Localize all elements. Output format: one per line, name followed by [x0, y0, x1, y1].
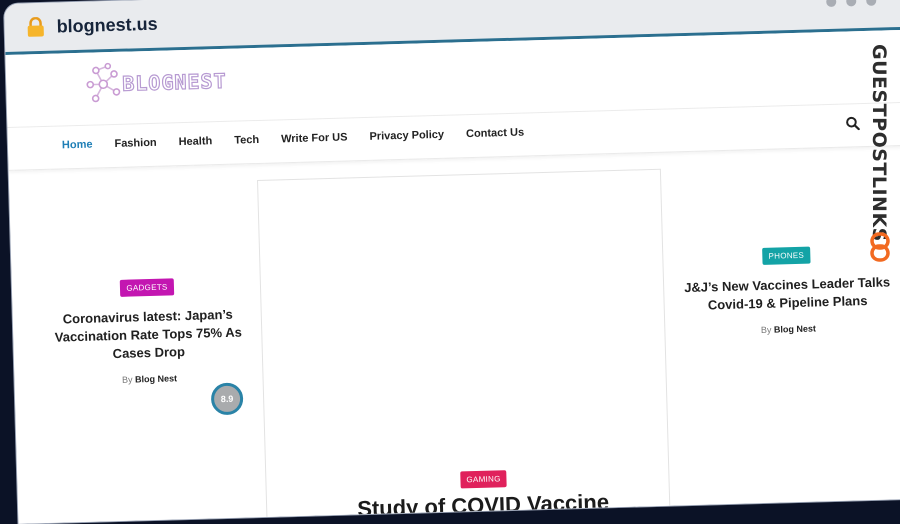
search-icon[interactable]: [845, 116, 859, 130]
posts-area: GADGETS Coronavirus latest: Japan’s Vacc…: [9, 146, 900, 524]
category-badge[interactable]: PHONES: [762, 247, 810, 265]
nav-item-health[interactable]: Health: [178, 135, 212, 148]
guestpostlinks-watermark: GUESTPOSTLINKS: [866, 40, 896, 270]
web-page: BLOGNEST Home Fashion Health Tech Write …: [5, 30, 900, 524]
byline-prefix: By: [761, 325, 772, 335]
logo-text: BLOGNEST: [122, 69, 227, 96]
nav-item-contact-us[interactable]: Contact Us: [466, 127, 524, 141]
window-controls: [826, 0, 876, 7]
lock-icon: [26, 17, 45, 37]
post-card-right: PHONES J&J’s New Vaccines Leader Talks C…: [681, 242, 893, 337]
link-icon: [869, 232, 891, 262]
address-bar-url[interactable]: blognest.us: [56, 14, 158, 38]
site-logo[interactable]: BLOGNEST: [86, 59, 228, 107]
window-dot-icon[interactable]: [866, 0, 876, 6]
browser-window: blognest.us: [4, 0, 900, 524]
byline-prefix: By: [122, 375, 133, 385]
category-badge[interactable]: GAMING: [460, 470, 507, 488]
network-logo-icon: [86, 62, 121, 107]
nav-item-fashion[interactable]: Fashion: [114, 137, 156, 150]
rating-badge: 8.9: [211, 382, 244, 415]
brand-label: GUESTPOSTLINKS: [868, 44, 890, 242]
post-author[interactable]: Blog Nest: [135, 373, 177, 384]
post-card-left: GADGETS Coronavirus latest: Japan’s Vacc…: [42, 274, 255, 387]
window-dot-icon[interactable]: [846, 0, 856, 6]
post-title[interactable]: Coronavirus latest: Japan’s Vaccination …: [43, 305, 254, 365]
nav-item-home[interactable]: Home: [62, 139, 93, 152]
featured-post-card[interactable]: GAMING Study of COVID Vaccine: [257, 169, 671, 524]
featured-post-title[interactable]: Study of COVID Vaccine: [357, 489, 609, 522]
post-byline: By Blog Nest: [683, 321, 893, 337]
category-badge[interactable]: GADGETS: [120, 278, 174, 296]
nav-item-write-for-us[interactable]: Write For US: [281, 131, 348, 145]
post-title[interactable]: J&J’s New Vaccines Leader Talks Covid-19…: [682, 273, 893, 315]
nav-item-tech[interactable]: Tech: [234, 134, 259, 147]
post-author[interactable]: Blog Nest: [774, 323, 816, 334]
window-dot-icon[interactable]: [826, 0, 836, 7]
nav-item-privacy-policy[interactable]: Privacy Policy: [369, 129, 444, 143]
